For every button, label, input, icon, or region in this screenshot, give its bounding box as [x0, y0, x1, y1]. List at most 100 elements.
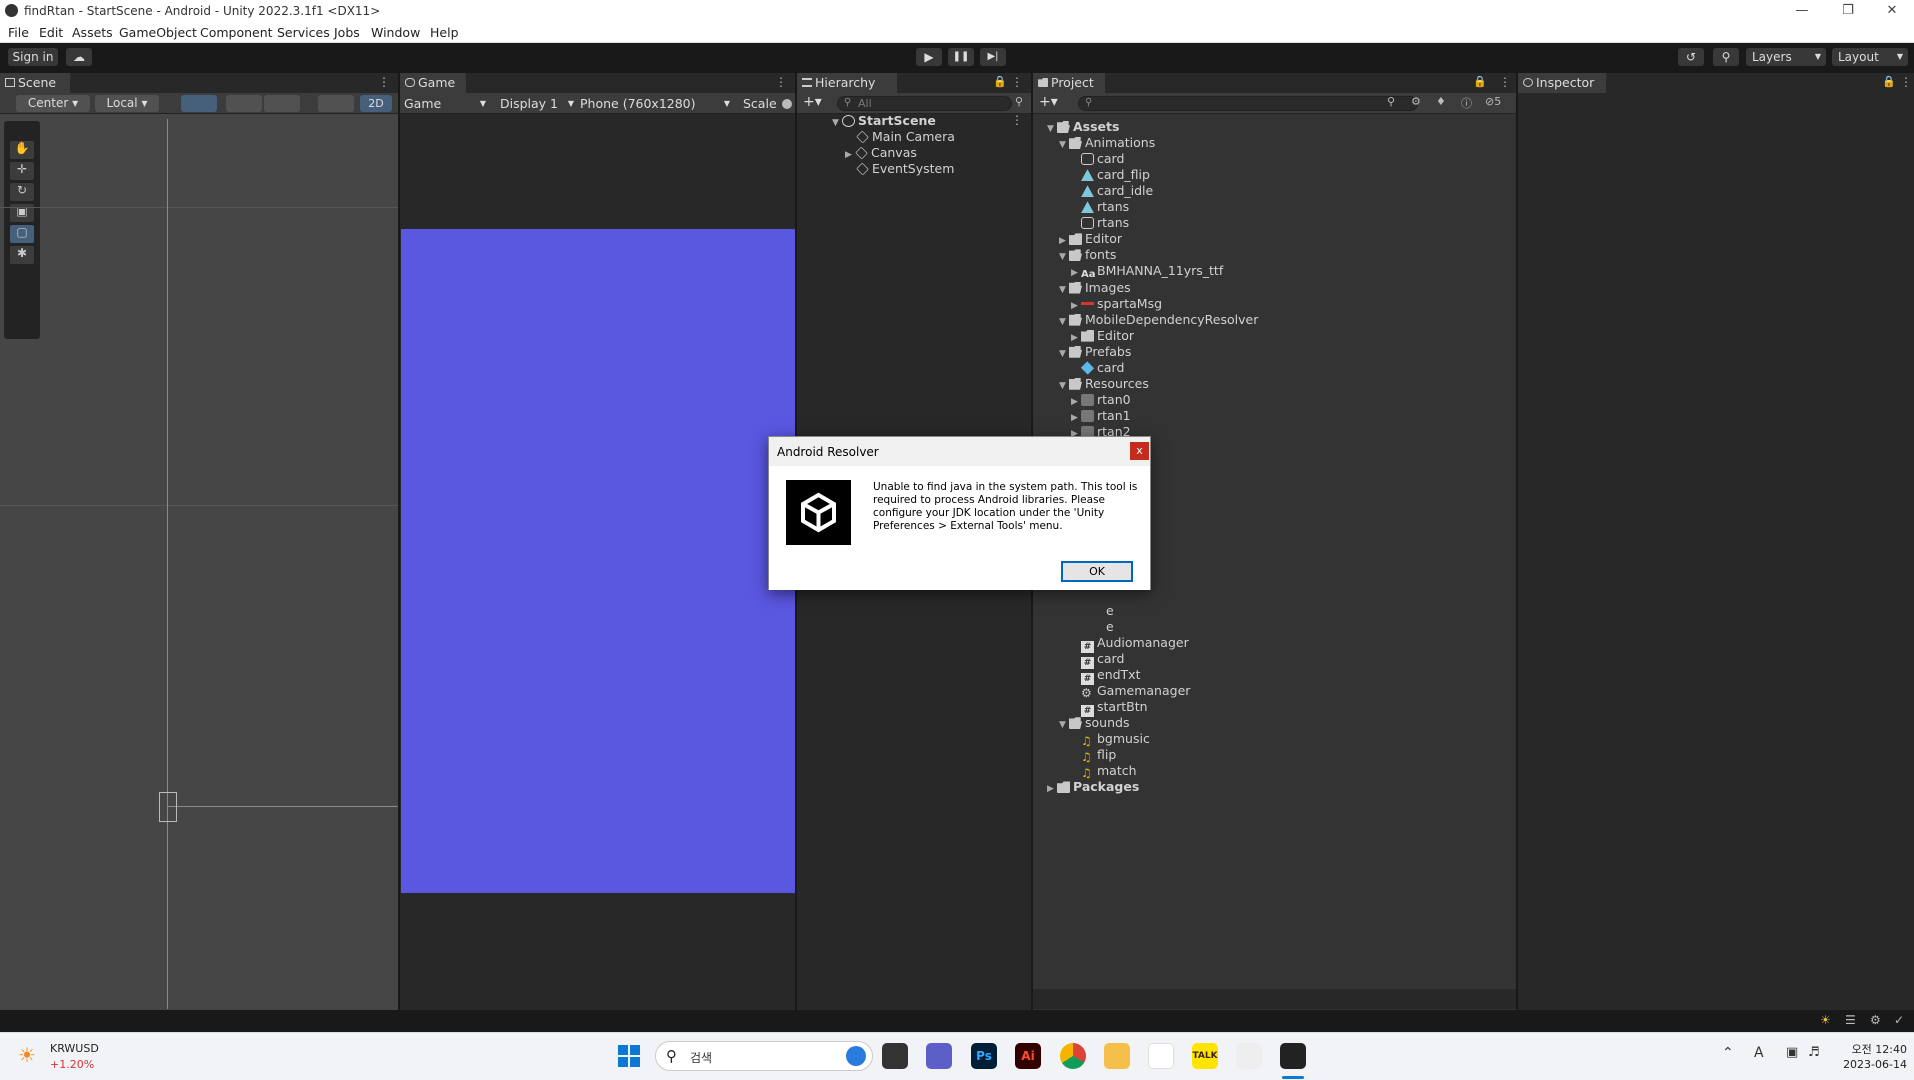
hierarchy-search-input[interactable]: ⚲ All	[837, 96, 1012, 111]
search-mode-icon[interactable]: ⚲	[1387, 95, 1395, 108]
filter-type-icon[interactable]: ⚙	[1411, 95, 1421, 108]
progress-icon[interactable]: ✓	[1894, 1013, 1904, 1027]
layout-dropdown[interactable]: Layout ▼	[1832, 48, 1908, 66]
project-search-input[interactable]: ⚲	[1078, 96, 1418, 111]
search-mode-icon[interactable]: ⚲	[1015, 95, 1023, 108]
2d-toggle-button[interactable]: 2D	[360, 95, 392, 112]
menu-file[interactable]: File	[8, 25, 29, 40]
project-item[interactable]: ▶ spartaMsg	[1071, 296, 1162, 312]
close-icon[interactable]: ✕	[1870, 0, 1914, 22]
project-item[interactable]: ▶ rtan1	[1071, 408, 1131, 424]
sign-in-button[interactable]: Sign in	[8, 48, 58, 66]
tab-game[interactable]: Game	[400, 73, 466, 93]
project-item[interactable]: ▶ Aa BMHANNA_11yrs_ttf	[1071, 263, 1223, 280]
menu-services[interactable]: Services	[277, 25, 330, 40]
hierarchy-item[interactable]: ▶ Canvas	[845, 145, 917, 161]
project-item[interactable]: card	[1071, 360, 1124, 376]
filter-label-icon[interactable]: ♦	[1436, 95, 1446, 108]
project-item[interactable]: ⚙ Gamemanager	[1071, 683, 1190, 700]
project-item[interactable]: ▶ rtan0	[1071, 392, 1131, 408]
history-icon[interactable]: ↺	[1678, 48, 1704, 66]
project-item[interactable]: ▼ fonts	[1059, 247, 1116, 263]
play-button[interactable]: ▶	[916, 48, 942, 66]
more-options-icon[interactable]: ⋮	[1499, 75, 1511, 89]
task-view-icon[interactable]	[882, 1043, 908, 1069]
lock-icon[interactable]: 🔒	[1473, 75, 1487, 88]
search-icon[interactable]: ⚲	[1713, 48, 1739, 66]
lighting-icon[interactable]: ☀	[1820, 1013, 1831, 1027]
teams-icon[interactable]	[926, 1043, 952, 1069]
draw-mode-button[interactable]	[318, 95, 354, 112]
canvas-gizmo[interactable]	[159, 792, 177, 822]
lock-icon[interactable]: 🔒	[993, 75, 1007, 88]
dialog-close-button[interactable]: x	[1130, 442, 1149, 460]
scale-slider-handle[interactable]	[782, 99, 792, 109]
project-item[interactable]: rtans	[1071, 215, 1129, 231]
resolution-dropdown[interactable]: Phone (760x1280) ▼	[580, 96, 732, 111]
expand-arrow-icon[interactable]: ▼	[1059, 282, 1069, 298]
scene-more-icon[interactable]: ⋮	[1011, 113, 1023, 127]
photoshop-icon[interactable]: Ps	[971, 1043, 997, 1069]
increment-snap-button[interactable]	[264, 95, 300, 112]
more-options-icon[interactable]: ⋮	[1011, 75, 1023, 89]
project-item[interactable]: # card	[1071, 651, 1124, 670]
project-item[interactable]: card	[1071, 151, 1124, 167]
project-item[interactable]: ▼ Images	[1059, 280, 1131, 296]
expand-arrow-icon[interactable]: ▼	[1047, 121, 1057, 137]
expand-arrow-icon[interactable]: ▼	[1059, 378, 1069, 394]
rotate-tool-icon[interactable]: ↻	[10, 183, 34, 201]
grid-visibility-button[interactable]	[226, 95, 262, 112]
menu-edit[interactable]: Edit	[39, 25, 63, 40]
hierarchy-item[interactable]: EventSystem	[856, 161, 954, 177]
transform-tool-icon[interactable]: ✱	[10, 246, 34, 264]
file-explorer-icon[interactable]	[1104, 1043, 1130, 1069]
expand-arrow-icon[interactable]: ▼	[1059, 249, 1069, 265]
more-options-icon[interactable]: ⋮	[775, 75, 787, 89]
menu-jobs[interactable]: Jobs	[334, 25, 360, 40]
input-method-icon[interactable]: A	[1754, 1045, 1764, 1061]
project-item[interactable]: ▼ Prefabs	[1059, 344, 1131, 360]
project-item[interactable]: ▶ Packages	[1047, 779, 1139, 795]
windows-start-icon[interactable]	[616, 1043, 642, 1069]
weather-sun-icon[interactable]: ☀	[18, 1043, 40, 1067]
project-item[interactable]: ▼ Animations	[1059, 135, 1155, 151]
clock-date[interactable]: 2023-06-14	[1832, 1058, 1907, 1071]
minimize-icon[interactable]: —	[1780, 0, 1824, 22]
hidden-packages-icon[interactable]: ⊘5	[1485, 95, 1501, 108]
menu-component[interactable]: Component	[200, 25, 273, 40]
menu-assets[interactable]: Assets	[72, 25, 113, 40]
grid-snap-button[interactable]	[181, 95, 217, 112]
project-item[interactable]: ▶ Editor	[1059, 231, 1122, 247]
project-item[interactable]: ▼ MobileDependencyResolver	[1059, 312, 1258, 328]
project-item[interactable]: ▼ sounds	[1059, 715, 1129, 731]
unity-hub-icon[interactable]	[1236, 1043, 1262, 1069]
unity-editor-icon[interactable]	[1280, 1043, 1306, 1069]
kakaotalk-icon[interactable]: TALK	[1192, 1043, 1218, 1069]
project-item[interactable]: # startBtn	[1071, 699, 1148, 718]
expand-arrow-icon[interactable]: ▼	[1059, 717, 1069, 733]
clock-time[interactable]: 오전 12:40	[1832, 1041, 1907, 1057]
pivot-dropdown[interactable]: Center ▾	[16, 95, 90, 112]
volume-icon[interactable]: ♬	[1808, 1045, 1820, 1060]
project-item[interactable]: card_idle	[1071, 183, 1153, 199]
project-item[interactable]: ▼ Assets	[1047, 119, 1119, 135]
game-viewport[interactable]	[401, 229, 795, 893]
pause-button[interactable]: ❚❚	[948, 48, 974, 66]
project-item[interactable]: ▶ Editor	[1071, 328, 1134, 344]
space-dropdown[interactable]: Local ▾	[95, 95, 159, 112]
rect-tool-icon[interactable]: ▢	[10, 225, 34, 243]
cache-icon[interactable]: ☰	[1845, 1013, 1856, 1027]
layers-dropdown[interactable]: Layers ▼	[1746, 48, 1826, 66]
tab-inspector[interactable]: Inspector	[1518, 73, 1606, 93]
step-button[interactable]: ▶|	[980, 48, 1006, 66]
restore-icon[interactable]: ❐	[1826, 0, 1870, 22]
illustrator-icon[interactable]: Ai	[1015, 1043, 1041, 1069]
slack-icon[interactable]	[1148, 1043, 1174, 1069]
view-dropdown[interactable]: Game ▼	[404, 96, 488, 111]
hand-tool-icon[interactable]: ✋	[10, 141, 34, 159]
tab-scene[interactable]: Scene	[0, 73, 70, 93]
lock-icon[interactable]: 🔒	[1882, 75, 1896, 88]
taskbar-search-input[interactable]: ⚲ 검색	[655, 1041, 873, 1071]
project-item[interactable]: ♫ flip	[1071, 747, 1116, 764]
project-item[interactable]: ♫ match	[1071, 763, 1137, 780]
